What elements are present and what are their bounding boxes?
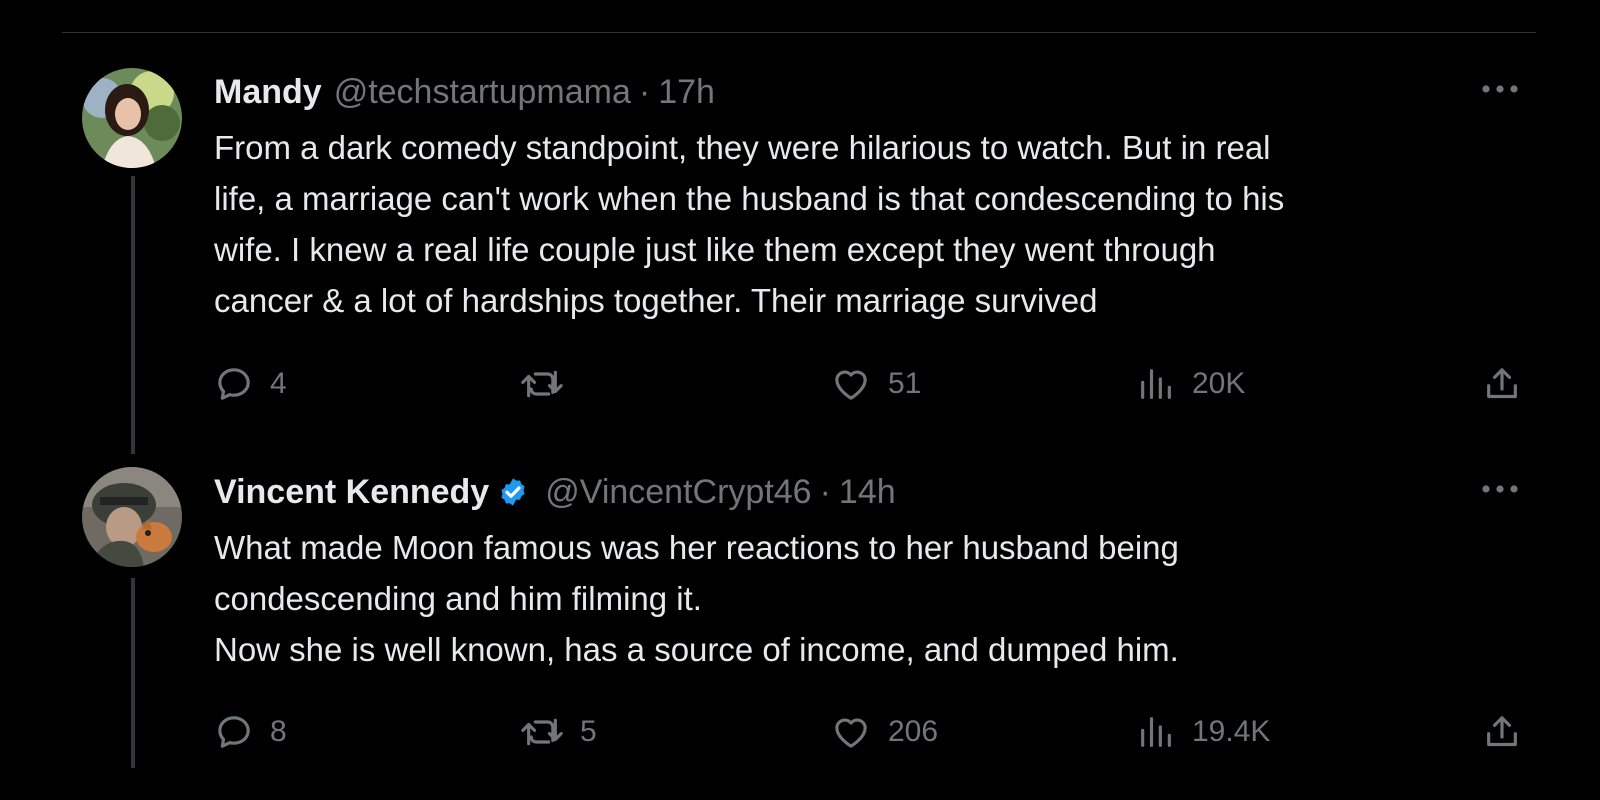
like-button[interactable]: 51 <box>830 362 921 406</box>
reply-icon <box>214 364 254 404</box>
separator-dot: · <box>819 472 831 511</box>
tweet-text: What made Moon famous was her reactions … <box>214 529 1179 668</box>
views-button[interactable]: 19.4K <box>1136 710 1270 754</box>
reply-button[interactable]: 8 <box>214 710 287 754</box>
tweet-text: From a dark comedy standpoint, they were… <box>214 129 1285 319</box>
like-button[interactable]: 206 <box>830 710 938 754</box>
reply-button[interactable]: 4 <box>214 362 287 406</box>
reply-count: 4 <box>270 367 287 400</box>
tweet-header: Vincent Kennedy @VincentCrypt46 · 14h <box>214 472 896 512</box>
thread-line <box>131 578 135 768</box>
retweet-button[interactable]: 5 <box>520 710 597 754</box>
more-options-button[interactable] <box>1480 74 1520 104</box>
user-handle[interactable]: @techstartupmama <box>334 73 631 112</box>
like-count: 206 <box>888 715 939 748</box>
retweet-icon <box>520 712 564 752</box>
verified-badge-icon <box>497 476 529 508</box>
user-handle[interactable]: @VincentCrypt46 <box>545 473 811 512</box>
more-horizontal-icon <box>1481 84 1519 94</box>
avatar[interactable] <box>82 467 182 567</box>
thread-line <box>131 176 135 454</box>
views-count: 19.4K <box>1192 715 1271 748</box>
views-bar-chart-icon <box>1136 712 1176 752</box>
timestamp[interactable]: 14h <box>839 473 896 512</box>
display-name[interactable]: Vincent Kennedy <box>214 473 489 512</box>
share-icon <box>1482 712 1522 752</box>
reply-icon <box>214 712 254 752</box>
reply-count: 8 <box>270 715 287 748</box>
separator-dot: · <box>638 72 651 111</box>
views-bar-chart-icon <box>1136 364 1176 404</box>
share-button[interactable] <box>1482 710 1522 754</box>
tweet-actions: 4 51 20K <box>214 362 1524 406</box>
like-count: 51 <box>888 367 922 400</box>
more-options-button[interactable] <box>1480 474 1520 504</box>
tweet-header: Mandy @techstartupmama · 17h <box>214 72 715 112</box>
timestamp[interactable]: 17h <box>658 73 715 112</box>
share-button[interactable] <box>1482 362 1522 406</box>
tweet-actions: 8 5 206 19.4K <box>214 710 1524 754</box>
retweet-button[interactable] <box>520 362 580 406</box>
avatar[interactable] <box>82 68 182 168</box>
heart-icon <box>830 712 872 752</box>
more-horizontal-icon <box>1481 484 1519 494</box>
display-name[interactable]: Mandy <box>214 73 322 112</box>
retweet-icon <box>520 364 564 404</box>
views-count: 20K <box>1192 367 1246 400</box>
views-button[interactable]: 20K <box>1136 362 1245 406</box>
heart-icon <box>830 364 872 404</box>
top-divider <box>62 32 1536 33</box>
retweet-count: 5 <box>580 715 597 748</box>
share-icon <box>1482 364 1522 404</box>
